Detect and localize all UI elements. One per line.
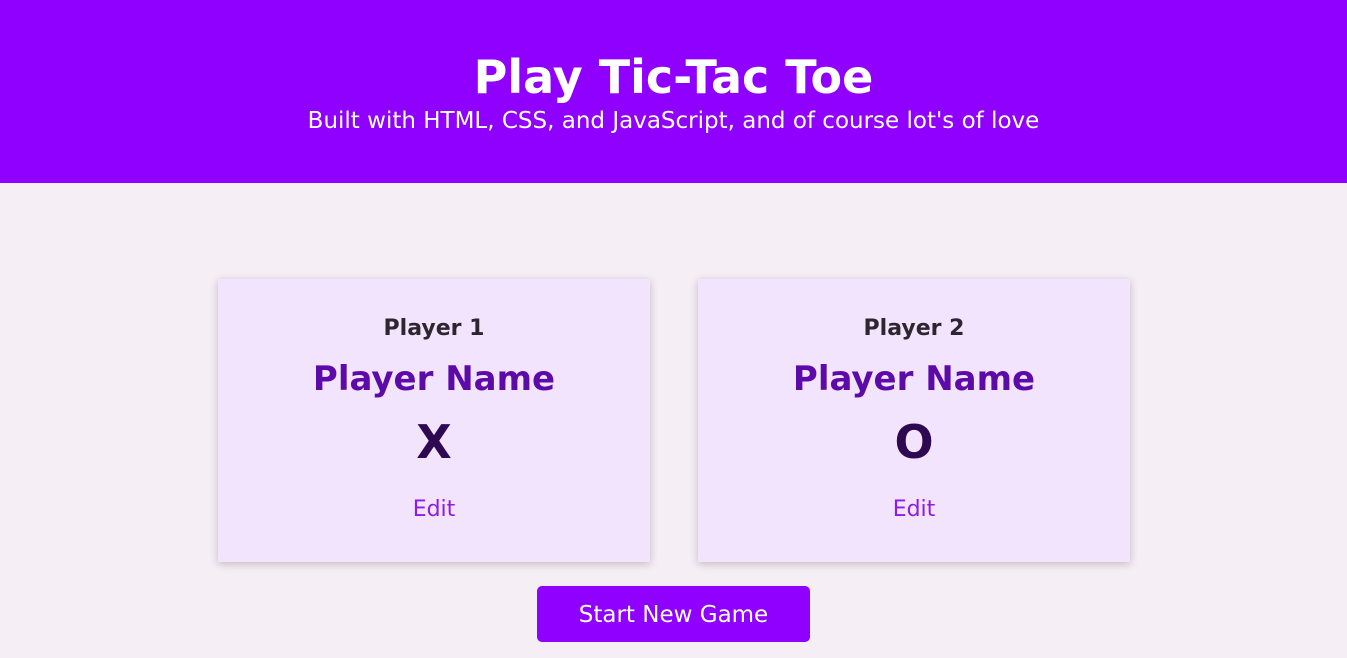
start-new-game-button[interactable]: Start New Game	[537, 586, 810, 642]
player-2-label: Player 2	[863, 316, 965, 341]
page-header: Play Tic-Tac Toe Built with HTML, CSS, a…	[0, 0, 1347, 183]
player-1-name: Player Name	[312, 359, 556, 399]
player-1-card: Player 1 Player Name X Edit	[218, 279, 650, 562]
player-2-symbol: O	[894, 415, 934, 469]
player-1-symbol: X	[416, 415, 452, 469]
page-subtitle: Built with HTML, CSS, and JavaScript, an…	[307, 108, 1040, 134]
player-2-name: Player Name	[792, 359, 1036, 399]
edit-player-1-button[interactable]: Edit	[407, 493, 462, 527]
player-1-label: Player 1	[383, 316, 485, 341]
player-2-card: Player 2 Player Name O Edit	[698, 279, 1130, 562]
edit-player-2-button[interactable]: Edit	[887, 493, 942, 527]
page-title: Play Tic-Tac Toe	[473, 50, 874, 104]
